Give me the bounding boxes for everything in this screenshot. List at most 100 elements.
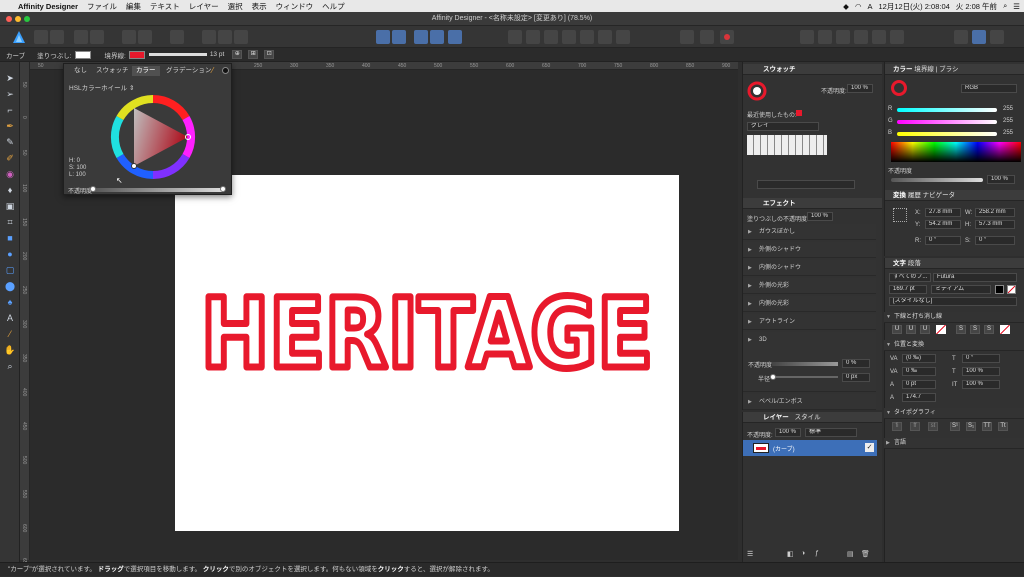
input-source-icon[interactable]: A [867, 2, 872, 11]
popup-picker-icon[interactable]: ⁄ [212, 67, 220, 75]
popup-current-color[interactable] [222, 67, 229, 74]
y-field[interactable]: 54.2 mm [925, 220, 961, 229]
skew-field[interactable]: 0 ° [962, 354, 1000, 363]
zoom-window-button[interactable] [24, 16, 30, 22]
strike-color-swatch[interactable] [1000, 325, 1010, 334]
menu-select[interactable]: 選択 [228, 1, 243, 12]
fill-tool-icon[interactable]: ◉ [4, 168, 16, 180]
text-color-swatch[interactable] [995, 285, 1004, 294]
tab-history[interactable]: 履歴 [908, 192, 921, 199]
layer-fx-icon[interactable]: ƒ [815, 550, 819, 557]
menu-text[interactable]: テキスト [150, 1, 180, 12]
font-family-select[interactable]: Futura [933, 273, 1017, 282]
font-weight-select[interactable]: ミディアム [931, 285, 991, 294]
layer-visibility-checkbox[interactable]: ✓ [865, 443, 874, 452]
teardrop-tool-icon[interactable]: ♠ [4, 296, 16, 308]
arrange-back-button[interactable] [376, 30, 390, 44]
pixel-persona-button[interactable] [34, 30, 48, 44]
menu-file[interactable]: ファイル [87, 1, 117, 12]
swatch-search-field[interactable] [757, 180, 855, 189]
move-tool-icon[interactable]: ➤ [4, 72, 16, 84]
menu-edit[interactable]: 編集 [126, 1, 141, 12]
effect-3d-radius-knob[interactable] [770, 374, 776, 380]
color-spectrum[interactable] [891, 142, 1021, 162]
tab-stroke[interactable]: 境界線 [914, 66, 934, 73]
effect-3d-radius-slider[interactable] [772, 376, 838, 378]
stroke-width-slider[interactable] [148, 53, 207, 56]
all-caps-button[interactable]: TT [982, 422, 992, 431]
effect-3d-radius-field[interactable]: 0 px [842, 373, 870, 382]
menu-layer[interactable]: レイヤー [189, 1, 219, 12]
effect-inner-shadow[interactable]: 内側のシャドウ [743, 260, 876, 276]
ligature-fi-button[interactable]: fi [892, 422, 902, 431]
ellipse-tool-icon[interactable]: ● [4, 248, 16, 260]
menu-app-name[interactable]: Affinity Designer [18, 2, 78, 11]
subscript-button[interactable]: S₁ [966, 422, 976, 431]
node-tool-icon[interactable]: ➢ [4, 88, 16, 100]
popup-opacity-slider[interactable] [92, 188, 224, 192]
fill-color-swatch[interactable] [74, 50, 91, 59]
shear-field[interactable]: 0 ° [975, 236, 1015, 245]
tab-paragraph[interactable]: 段落 [908, 260, 921, 267]
share-button[interactable] [990, 30, 1004, 44]
recent-color-swatch[interactable] [796, 110, 802, 116]
boolean-xor-button[interactable] [854, 30, 868, 44]
r-slider[interactable] [897, 108, 997, 112]
toolbar-extra-button[interactable] [890, 30, 904, 44]
tab-character[interactable]: 文字 [893, 260, 906, 267]
toolbar-button-1[interactable] [74, 30, 88, 44]
pen-tool-icon[interactable]: ✒ [4, 120, 16, 132]
context-button-2[interactable]: ⊞ [248, 50, 259, 59]
popup-tab-color[interactable]: カラー [132, 66, 160, 76]
shape-tool-icon[interactable]: ⬤ [4, 280, 16, 292]
align-right-button[interactable] [544, 30, 558, 44]
ligature-st-button[interactable]: st [928, 422, 938, 431]
menu-help[interactable]: ヘルプ [322, 1, 345, 12]
x-field[interactable]: 27.8 mm [925, 208, 961, 217]
tab-transform[interactable]: 変換 [893, 192, 906, 199]
brush-tool-icon[interactable]: ✐ [4, 152, 16, 164]
hand-tool-icon[interactable]: ✋ [4, 344, 16, 356]
boolean-intersect-button[interactable] [836, 30, 850, 44]
color-opacity-slider[interactable] [891, 178, 983, 182]
swatches-color-well[interactable] [747, 80, 769, 102]
baseline-field[interactable]: 0 pt [902, 380, 936, 389]
strike-button-2[interactable]: S [970, 325, 980, 334]
text-style-select[interactable]: [スタイルなし] [889, 297, 1017, 306]
context-button-1[interactable]: ⊕ [232, 50, 243, 59]
text-no-fill-swatch[interactable] [1007, 285, 1016, 294]
popup-tab-gradient[interactable]: グラデーション [162, 66, 215, 76]
arrange-backward-button[interactable] [392, 30, 406, 44]
view-mode-button[interactable] [972, 30, 986, 44]
effect-inner-glow[interactable]: 内側の光彩 [743, 296, 876, 312]
language-section[interactable]: 言語 [884, 438, 1024, 449]
ruler-vertical[interactable]: 5005010015020025030035040045050055060065… [20, 62, 30, 566]
tab-styles[interactable]: スタイル [795, 414, 821, 421]
palette-select[interactable]: グレイ [747, 122, 819, 131]
rounded-rect-tool-icon[interactable]: ▢ [4, 264, 16, 276]
kerning-field[interactable]: (0 ‰) [902, 354, 936, 363]
text-tool-icon[interactable]: A [4, 312, 16, 324]
effect-bevel-emboss[interactable]: ベベル/エンボス [743, 394, 876, 410]
swatches-opacity-field[interactable]: 100 % [847, 84, 873, 93]
font-collection-select[interactable]: すべてのフ... [889, 273, 931, 282]
effect-gaussian-blur[interactable]: ガウスぼかし [743, 224, 876, 240]
toolbar-button-7[interactable] [218, 30, 232, 44]
font-size-field[interactable]: 169.7 pt [889, 285, 927, 294]
effect-3d-opacity-field[interactable]: 0 % [842, 359, 870, 368]
underline-button-2[interactable]: U [906, 325, 916, 334]
snapping-options-button[interactable] [700, 30, 714, 44]
align-left-button[interactable] [508, 30, 522, 44]
menubar-date[interactable]: 12月12日(火) 2:08:04 [879, 1, 950, 12]
underline-button-1[interactable]: U [892, 325, 902, 334]
effect-3d-opacity-slider[interactable] [772, 362, 838, 366]
snapping-magnet-button[interactable] [720, 30, 734, 44]
toolbar-button-6[interactable] [202, 30, 216, 44]
dropbox-icon[interactable]: ◆ [843, 2, 849, 11]
effects-header[interactable]: エフェクト [743, 198, 882, 209]
b-slider[interactable] [897, 132, 997, 136]
rectangle-tool-icon[interactable]: ■ [4, 232, 16, 244]
pencil-tool-icon[interactable]: ✎ [4, 136, 16, 148]
color-model-select[interactable]: RGB [961, 84, 1017, 93]
underline-button-3[interactable]: U [920, 325, 930, 334]
